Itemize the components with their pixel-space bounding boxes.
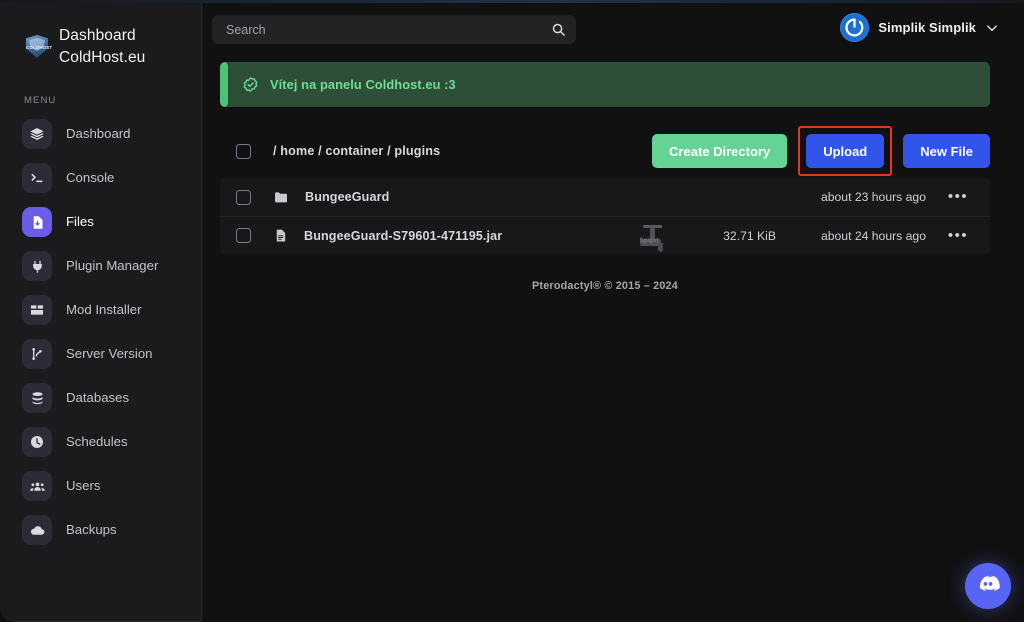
- sidebar-item-label: Databases: [66, 390, 130, 405]
- alert-message: Vítej na panelu Coldhost.eu :3: [270, 77, 456, 92]
- sidebar-item-backups[interactable]: Backups: [0, 508, 201, 552]
- database-icon: [22, 383, 52, 413]
- terminal-icon: [22, 163, 52, 193]
- clock-icon: [22, 427, 52, 457]
- git-branch-icon: [22, 339, 52, 369]
- users-icon: [22, 471, 52, 501]
- sidebar-item-label: Users: [66, 478, 101, 493]
- row-menu-button[interactable]: •••: [926, 228, 990, 243]
- faucet-spigot-cursor: Spigot: [637, 224, 667, 256]
- sidebar-item-label: Plugin Manager: [66, 258, 159, 273]
- user-menu[interactable]: Simplik Simplik: [840, 13, 999, 42]
- brand[interactable]: COLDHOST Dashboard ColdHost.eu: [0, 3, 201, 69]
- upload-button-highlight: Upload: [798, 126, 893, 176]
- brand-title-line1: Dashboard: [59, 27, 136, 44]
- search-input[interactable]: [226, 22, 551, 37]
- file-modified: about 24 hours ago: [820, 228, 926, 243]
- file-list: BungeeGuard about 23 hours ago ••• Bunge…: [220, 178, 990, 254]
- topbar: Simplik Simplik: [202, 3, 1024, 55]
- row-checkbox[interactable]: [236, 228, 251, 243]
- brand-title: Dashboard ColdHost.eu: [59, 25, 145, 69]
- sidebar-section-label: MENU: [24, 95, 57, 106]
- file-name[interactable]: BungeeGuard: [305, 190, 389, 204]
- sidebar-item-label: Server Version: [66, 346, 153, 361]
- user-name: Simplik Simplik: [878, 20, 976, 35]
- file-modified: about 23 hours ago: [820, 190, 926, 204]
- breadcrumb[interactable]: / home / container / plugins: [273, 144, 440, 158]
- search-box[interactable]: [212, 15, 576, 44]
- folder-icon: [273, 189, 289, 205]
- sidebar-item-dashboard[interactable]: Dashboard: [0, 112, 201, 156]
- sidebar-item-plugin-manager[interactable]: Plugin Manager: [0, 244, 201, 288]
- sidebar-item-files[interactable]: Files: [0, 200, 201, 244]
- sidebar-item-mod-installer[interactable]: Mod Installer: [0, 288, 201, 332]
- sidebar: COLDHOST Dashboard ColdHost.eu MENU Dash…: [0, 3, 202, 622]
- check-badge-icon: [242, 76, 259, 93]
- toolbar-buttons: Create Directory Upload New File: [652, 126, 990, 176]
- box-icon: [22, 295, 52, 325]
- sidebar-item-label: Schedules: [66, 434, 128, 449]
- file-icon: [273, 228, 288, 243]
- file-size: 32.71 KiB: [723, 228, 776, 243]
- discord-support-button[interactable]: [965, 563, 1011, 609]
- power-circle-avatar: [840, 13, 870, 42]
- file-download-icon: [22, 207, 52, 237]
- sidebar-item-schedules[interactable]: Schedules: [0, 420, 201, 464]
- coldhost-shield-logo: COLDHOST: [24, 34, 53, 60]
- search-icon[interactable]: [551, 22, 566, 37]
- upload-button[interactable]: Upload: [806, 134, 885, 168]
- cloud-icon: [22, 515, 52, 545]
- sidebar-item-console[interactable]: Console: [0, 156, 201, 200]
- page-root: COLDHOST Dashboard ColdHost.eu MENU Dash…: [0, 0, 1024, 622]
- sidebar-item-databases[interactable]: Databases: [0, 376, 201, 420]
- sidebar-item-label: Mod Installer: [66, 302, 142, 317]
- chevron-down-icon[interactable]: [985, 21, 999, 35]
- welcome-alert: Vítej na panelu Coldhost.eu :3: [220, 62, 990, 107]
- discord-icon: [975, 571, 1001, 602]
- row-menu-button[interactable]: •••: [926, 189, 990, 204]
- footer-copyright: Pterodactyl® © 2015 – 2024: [532, 280, 678, 292]
- file-name[interactable]: BungeeGuard-S79601-471195.jar: [304, 229, 502, 243]
- logo-wordmark: COLDHOST: [26, 45, 53, 50]
- table-row[interactable]: BungeeGuard-S79601-471195.jar 32.71 KiB …: [220, 216, 990, 254]
- file-toolbar: / home / container / plugins Create Dire…: [220, 126, 990, 176]
- main-content: Vítej na panelu Coldhost.eu :3 / home / …: [220, 62, 990, 292]
- alert-accent-bar: [220, 62, 228, 107]
- plug-icon: [22, 251, 52, 281]
- layers-icon: [22, 119, 52, 149]
- new-file-button[interactable]: New File: [903, 134, 990, 168]
- create-directory-button[interactable]: Create Directory: [652, 134, 788, 168]
- row-checkbox[interactable]: [236, 189, 251, 205]
- sidebar-item-label: Files: [66, 214, 94, 229]
- sidebar-item-server-version[interactable]: Server Version: [0, 332, 201, 376]
- cursor-label: Spigot: [639, 238, 659, 244]
- table-row[interactable]: BungeeGuard about 23 hours ago •••: [220, 178, 990, 216]
- sidebar-item-users[interactable]: Users: [0, 464, 201, 508]
- sidebar-item-label: Backups: [66, 522, 117, 537]
- brand-title-line2: ColdHost.eu: [59, 49, 146, 66]
- select-all-checkbox[interactable]: [236, 143, 251, 159]
- sidebar-item-label: Dashboard: [66, 126, 131, 141]
- sidebar-item-label: Console: [66, 170, 115, 185]
